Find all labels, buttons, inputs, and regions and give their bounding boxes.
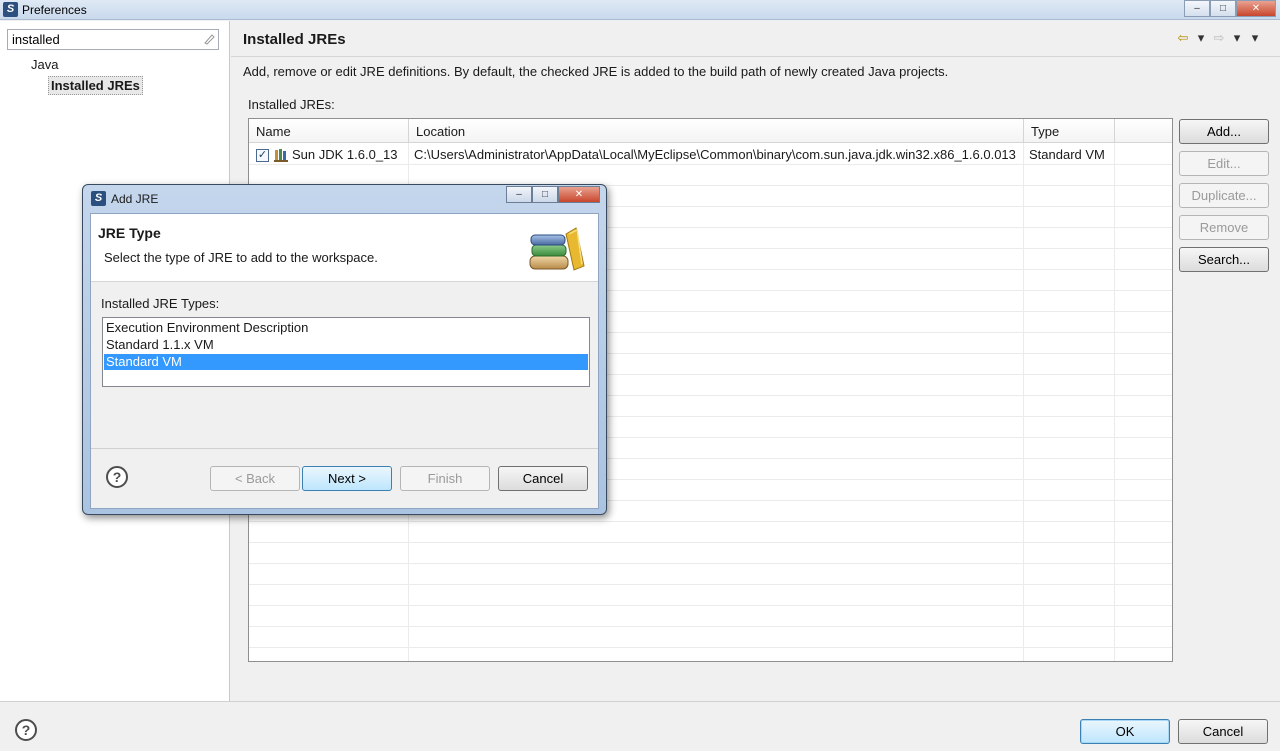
dialog-title: Add JRE <box>111 192 159 206</box>
column-header-name[interactable]: Name <box>249 119 409 143</box>
jre-default-checkbox[interactable]: ✓ <box>256 149 269 162</box>
row-divider <box>249 164 1172 165</box>
forward-arrow-icon[interactable]: ⇨ <box>1212 30 1226 46</box>
list-item[interactable]: Execution Environment Description <box>104 320 588 336</box>
back-arrow-icon[interactable]: ⇦ <box>1176 30 1190 46</box>
library-icon <box>274 149 288 162</box>
books-icon <box>529 227 585 271</box>
jre-location-cell: C:\Users\Administrator\AppData\Local\MyE… <box>414 147 1016 162</box>
filter-input[interactable] <box>7 29 219 50</box>
next-button[interactable]: Next > <box>302 466 392 491</box>
column-header-filler <box>1115 119 1172 143</box>
list-item[interactable]: Standard 1.1.x VM <box>104 337 588 353</box>
jre-types-list[interactable]: Execution Environment Description Standa… <box>102 317 590 387</box>
heading-divider <box>231 56 1280 57</box>
jre-types-label: Installed JRE Types: <box>101 296 220 311</box>
view-menu-chevron-icon[interactable]: ▾ <box>1248 30 1262 46</box>
dialog-minimize-button[interactable]: – <box>506 186 532 203</box>
dialog-window-controls: – □ ✕ <box>506 186 600 203</box>
cancel-button[interactable]: Cancel <box>1178 719 1268 744</box>
help-icon[interactable]: ? <box>106 466 128 488</box>
back-button[interactable]: < Back <box>210 466 300 491</box>
wizard-heading: JRE Type <box>98 225 161 241</box>
page-description: Add, remove or edit JRE definitions. By … <box>243 64 949 79</box>
row-divider <box>249 584 1172 585</box>
list-item[interactable]: Standard VM <box>104 354 588 370</box>
add-jre-dialog: S Add JRE – □ ✕ JRE Type Select the type… <box>82 184 607 515</box>
dialog-divider <box>91 448 598 449</box>
jre-type-cell: Standard VM <box>1029 147 1105 162</box>
wizard-description: Select the type of JRE to add to the wor… <box>104 250 378 265</box>
tree-item-installed-jres[interactable]: Installed JREs <box>48 76 143 95</box>
dialog-close-button[interactable]: ✕ <box>558 186 600 203</box>
row-divider <box>249 626 1172 627</box>
dialog-body: JRE Type Select the type of JRE to add t… <box>90 213 599 509</box>
back-menu-chevron-icon[interactable]: ▾ <box>1194 30 1208 46</box>
row-divider <box>249 605 1172 606</box>
dialog-cancel-button[interactable]: Cancel <box>498 466 588 491</box>
search-button[interactable]: Search... <box>1179 247 1269 272</box>
help-icon[interactable]: ? <box>15 719 37 741</box>
ok-button[interactable]: OK <box>1080 719 1170 744</box>
forward-menu-chevron-icon[interactable]: ▾ <box>1230 30 1244 46</box>
row-divider <box>249 647 1172 648</box>
duplicate-button[interactable]: Duplicate... <box>1179 183 1269 208</box>
add-button[interactable]: Add... <box>1179 119 1269 144</box>
maximize-button[interactable]: □ <box>1210 0 1236 17</box>
window-titlebar: S Preferences – □ ✕ <box>0 0 1280 20</box>
row-divider <box>249 563 1172 564</box>
finish-button[interactable]: Finish <box>400 466 490 491</box>
column-header-type[interactable]: Type <box>1024 119 1115 143</box>
wizard-banner: JRE Type Select the type of JRE to add t… <box>91 214 598 282</box>
eclipse-icon: S <box>91 191 106 206</box>
page-navigation: ⇦ ▾ ⇨ ▾ ▾ <box>1176 30 1262 46</box>
jre-name-cell: Sun JDK 1.6.0_13 <box>292 147 398 162</box>
remove-button[interactable]: Remove <box>1179 215 1269 240</box>
installed-jres-label: Installed JREs: <box>248 97 335 112</box>
footer-divider <box>0 701 1280 702</box>
row-divider <box>249 521 1172 522</box>
close-button[interactable]: ✕ <box>1236 0 1276 17</box>
edit-button[interactable]: Edit... <box>1179 151 1269 176</box>
clear-filter-icon[interactable] <box>202 32 216 46</box>
dialog-maximize-button[interactable]: □ <box>532 186 558 203</box>
eclipse-icon: S <box>3 2 18 17</box>
tree-item-java[interactable]: Java <box>31 57 58 72</box>
minimize-button[interactable]: – <box>1184 0 1210 17</box>
column-header-location[interactable]: Location <box>409 119 1024 143</box>
page-title: Installed JREs <box>243 31 346 48</box>
row-divider <box>249 542 1172 543</box>
window-controls: – □ ✕ <box>1184 0 1276 17</box>
window-title: Preferences <box>22 3 87 17</box>
